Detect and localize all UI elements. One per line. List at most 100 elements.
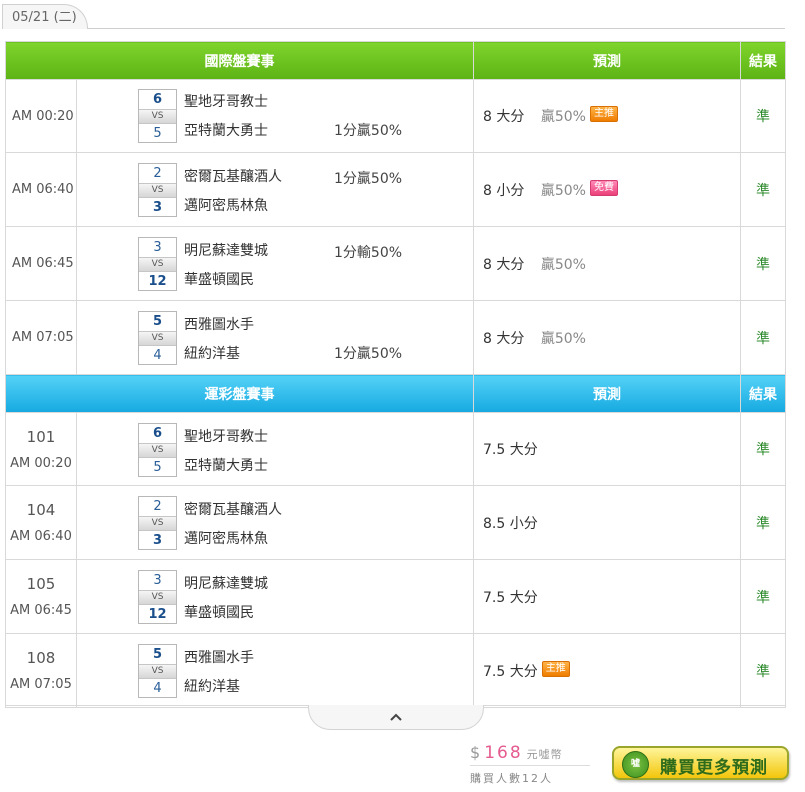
score-box: 3 VS 12: [138, 237, 177, 291]
prediction-number: 8: [483, 182, 492, 199]
prediction-number: 8: [483, 256, 492, 273]
vs-label: VS: [139, 516, 176, 531]
vs-label: VS: [139, 257, 176, 272]
match-code: 101: [26, 427, 56, 446]
table-row: AM 06:40 2 VS 3 密爾瓦基釀酒人 邁阿密馬林魚 1分贏50% 8 …: [5, 152, 786, 227]
handicap: 1分贏50%: [334, 171, 403, 187]
match-time: AM 07:05: [10, 677, 72, 692]
prediction-pick: 大分: [496, 256, 525, 273]
prediction-cell: 8 大分 贏50%: [473, 300, 741, 375]
vs-label: VS: [139, 109, 176, 124]
match-cell: 2 VS 3 密爾瓦基釀酒人 邁阿密馬林魚 1分贏50%: [77, 153, 473, 226]
coin-icon: 噓: [622, 751, 649, 778]
result-cell: 準: [740, 412, 786, 486]
match-cell: 3 VS 12 明尼蘇達雙城 華盛頓國民 1分輸50%: [77, 227, 473, 300]
score-bottom: 12: [148, 274, 167, 289]
match-time: AM 06:40: [10, 529, 72, 544]
score-bottom: 12: [148, 607, 167, 622]
lottery-header-row: 運彩盤賽事 預測 結果: [5, 374, 786, 413]
match-code-time: 105 AM 06:45: [5, 559, 77, 634]
prediction-header: 預測: [473, 41, 741, 80]
match-code: 108: [26, 649, 56, 667]
price-unit: 元噓幣: [526, 748, 563, 761]
price-amount: 168: [484, 743, 523, 763]
matches-table: 國際盤賽事 預測 結果 AM 00:20 6 VS 5 聖地牙哥教士 亞特蘭大勇…: [5, 41, 786, 708]
score-top: 2: [153, 166, 162, 181]
team-bottom: 紐約洋基: [184, 346, 240, 362]
score-bottom: 3: [152, 200, 163, 215]
score-top: 2: [153, 499, 162, 514]
prediction-pick: 大分: [496, 330, 525, 347]
match-cell: 6 VS 5 聖地牙哥教士 亞特蘭大勇士: [77, 413, 473, 485]
buy-more-predictions-button[interactable]: 噓 購買更多預測: [612, 746, 789, 780]
handicap: 1分贏50%: [334, 123, 403, 139]
international-header-row: 國際盤賽事 預測 結果: [5, 41, 786, 80]
score-box: 6 VS 5: [138, 423, 177, 477]
prediction-text: 7.5 大分: [483, 663, 538, 680]
handicap: 1分贏50%: [334, 346, 403, 362]
team-bottom: 亞特蘭大勇士: [184, 123, 268, 139]
tab-bar-divider: [88, 28, 785, 29]
score-box: 5 VS 4: [138, 644, 177, 698]
match-time: AM 00:20: [5, 79, 77, 153]
table-row: 101 AM 00:20 6 VS 5 聖地牙哥教士 亞特蘭大勇士 7.5 大分…: [5, 412, 786, 486]
prediction-cell: 7.5 大分 主推: [473, 633, 741, 708]
match-code: 105: [26, 575, 56, 593]
score-box: 3 VS 12: [138, 570, 177, 624]
prediction-win-rate: 贏50%: [540, 182, 586, 199]
prediction-pick: 小分: [496, 182, 525, 199]
prediction-cell: 8 大分 贏50% 主推: [473, 79, 741, 153]
price-display: $168 元噓幣: [470, 743, 563, 763]
price-divider: [470, 765, 590, 766]
match-time: AM 00:20: [10, 455, 72, 471]
table-row: AM 00:20 6 VS 5 聖地牙哥教士 亞特蘭大勇士 1分贏50% 8 大…: [5, 79, 786, 153]
match-cell: 3 VS 12 明尼蘇達雙城 華盛頓國民: [77, 560, 473, 633]
result-cell: 準: [740, 226, 786, 301]
collapse-button[interactable]: [308, 705, 484, 730]
score-box: 5 VS 4: [138, 311, 177, 365]
vs-label: VS: [139, 590, 176, 605]
prediction-cell: 7.5 大分: [473, 412, 741, 486]
match-time: AM 06:45: [5, 226, 77, 301]
score-box: 2 VS 3: [138, 163, 177, 217]
team-top: 聖地牙哥教士: [184, 429, 268, 445]
match-cell: 5 VS 4 西雅圖水手 紐約洋基 1分贏50%: [77, 301, 473, 374]
match-cell: 6 VS 5 聖地牙哥教士 亞特蘭大勇士 1分贏50%: [77, 80, 473, 152]
score-top: 3: [153, 240, 162, 255]
prediction-number: 8: [483, 330, 492, 347]
team-top: 聖地牙哥教士: [184, 94, 268, 110]
result-cell: 準: [740, 152, 786, 227]
prediction-win-rate: 贏50%: [540, 256, 586, 273]
prediction-win-rate: 贏50%: [540, 330, 586, 347]
result-cell: 準: [740, 300, 786, 375]
prediction-cell: 8 大分 贏50%: [473, 226, 741, 301]
vs-label: VS: [139, 443, 176, 458]
team-bottom: 邁阿密馬林魚: [184, 198, 268, 214]
prediction-cell: 8 小分 贏50% 免費: [473, 152, 741, 227]
team-top: 明尼蘇達雙城: [184, 576, 268, 592]
buyer-count: 購買人數12人: [470, 772, 553, 785]
score-bottom: 4: [153, 348, 162, 363]
result-cell: 準: [740, 485, 786, 560]
match-time: AM 06:40: [5, 152, 77, 227]
team-bottom: 華盛頓國民: [184, 272, 254, 288]
date-tab[interactable]: 05/21 (二): [2, 4, 88, 29]
score-bottom: 4: [153, 681, 162, 696]
table-row: AM 06:45 3 VS 12 明尼蘇達雙城 華盛頓國民 1分輸50% 8 大…: [5, 226, 786, 301]
chevron-up-icon: [390, 713, 402, 721]
team-bottom: 紐約洋基: [184, 679, 240, 695]
score-top: 6: [152, 426, 163, 441]
prediction-win-rate: 贏50%: [540, 109, 586, 125]
result-cell: 準: [740, 79, 786, 153]
team-bottom: 亞特蘭大勇士: [184, 458, 268, 474]
team-top: 密爾瓦基釀酒人: [184, 502, 282, 518]
prediction-header: 預測: [473, 374, 741, 413]
score-bottom: 3: [152, 533, 163, 548]
price-currency: $: [470, 743, 481, 762]
tab-bar: 05/21 (二): [0, 0, 785, 30]
match-cell: 2 VS 3 密爾瓦基釀酒人 邁阿密馬林魚: [77, 486, 473, 559]
buy-button-label: 購買更多預測: [660, 758, 768, 778]
match-cell: 5 VS 4 西雅圖水手 紐約洋基: [77, 634, 473, 707]
team-top: 西雅圖水手: [184, 650, 254, 666]
match-code-time: 104 AM 06:40: [5, 485, 77, 560]
